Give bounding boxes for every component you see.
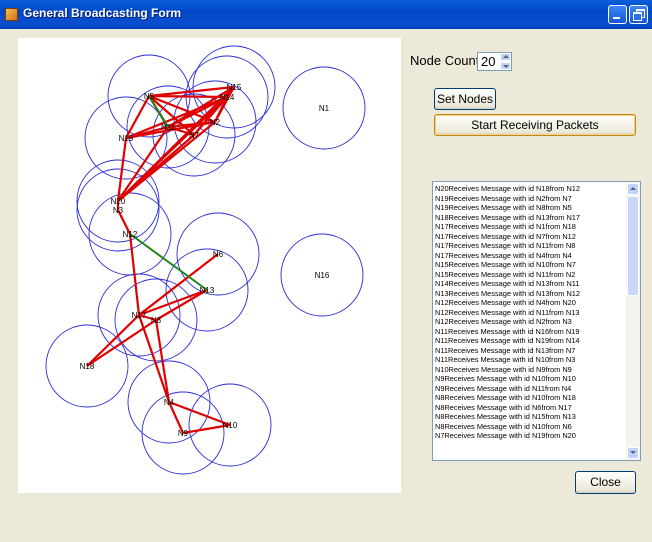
close-button[interactable]: Close	[575, 471, 636, 494]
log-entry[interactable]: N15Receives Message with id N10from N7	[435, 260, 625, 270]
log-entry[interactable]: N8Receives Message with id N15from N13	[435, 412, 625, 422]
log-entry[interactable]: N12Receives Message with id N2from N3	[435, 317, 625, 327]
log-entry[interactable]: N15Receives Message with id N11from N2	[435, 270, 625, 280]
node-label: N17	[132, 311, 147, 320]
scroll-up-icon[interactable]	[627, 183, 639, 195]
red-link	[86, 314, 140, 367]
message-log-listbox[interactable]: N20Receives Message with id N18from N12 N…	[432, 181, 641, 461]
node-label: N3	[113, 206, 124, 215]
red-link	[86, 319, 157, 367]
node-label: N6	[213, 250, 224, 259]
log-entry[interactable]: N8Receives Message with id N10from N6	[435, 422, 625, 432]
restore-button[interactable]	[629, 5, 648, 24]
node-label: N12	[123, 230, 138, 239]
log-entry[interactable]: N17Receives Message with id N1from N18	[435, 222, 625, 232]
log-entry[interactable]: N7Receives Message with id N19from N20	[435, 431, 625, 441]
node-label: N15	[227, 83, 242, 92]
log-entry[interactable]: N14Receives Message with id N13from N11	[435, 279, 625, 289]
node-label: N20	[111, 197, 126, 206]
node-label: N13	[200, 286, 215, 295]
log-entry[interactable]: N10Receives Message with id N9from N9	[435, 365, 625, 375]
log-entry[interactable]: N8Receives Message with id N10from N18	[435, 393, 625, 403]
log-entry[interactable]: N12Receives Message with id N4from N20	[435, 298, 625, 308]
node-label: N9	[178, 429, 189, 438]
node-label: N8	[151, 316, 162, 325]
network-canvas: N1 N2 N3 N4 N5 N6 N7 N8 N9 N10 N11 N12 N13 N14 N15 N16 N…	[18, 38, 401, 493]
node-label: N16	[315, 271, 330, 280]
node-label: N5	[144, 92, 155, 101]
log-entry[interactable]: N11Receives Message with id N19from N14	[435, 336, 625, 346]
scroll-thumb[interactable]	[627, 196, 639, 296]
node-label: N11	[161, 123, 176, 132]
log-entry[interactable]: N12Receives Message with id N11from N13	[435, 308, 625, 318]
node-label: N19	[119, 134, 134, 143]
network-graph: N1 N2 N3 N4 N5 N6 N7 N8 N9 N10 N11 N12 N13 N14N15 N16 N…	[45, 45, 366, 475]
node-count-label: Node Count:	[410, 53, 483, 68]
log-entry[interactable]: N11Receives Message with id N10from N3	[435, 355, 625, 365]
minimize-button[interactable]	[608, 5, 627, 24]
spin-down-icon[interactable]	[500, 62, 511, 70]
node-label: N4	[164, 398, 175, 407]
window-title: General Broadcasting Form	[23, 6, 182, 20]
log-entry[interactable]: N17Receives Message with id N7from N12	[435, 232, 625, 242]
start-receiving-button[interactable]: Start Receiving Packets	[434, 114, 636, 136]
log-entry[interactable]: N17Receives Message with id N4from N4	[435, 251, 625, 261]
red-link	[148, 94, 228, 99]
log-entry[interactable]: N18Receives Message with id N13from N17	[435, 213, 625, 223]
log-entry[interactable]: N19Receives Message with id N8from N5	[435, 203, 625, 213]
log-entry[interactable]: N17Receives Message with id N11from N8	[435, 241, 625, 251]
message-log: N20Receives Message with id N18from N12 N…	[435, 184, 625, 441]
log-entry[interactable]: N11Receives Message with id N13from N7	[435, 346, 625, 356]
red-link	[125, 95, 150, 139]
log-entry[interactable]: N20Receives Message with id N18from N12	[435, 184, 625, 194]
log-entry[interactable]: N8Receives Message with id N6from N17	[435, 403, 625, 413]
node-label: N7	[189, 131, 200, 140]
log-entry[interactable]: N13Receives Message with id N13from N12	[435, 289, 625, 299]
node-label: N14	[220, 93, 235, 102]
log-entry[interactable]: N9Receives Message with id N10from N10	[435, 374, 625, 384]
set-nodes-button[interactable]: Set Nodes	[434, 88, 496, 110]
red-link	[117, 86, 235, 202]
node-label: N10	[223, 421, 238, 430]
log-entry[interactable]: N19Receives Message with id N2from N7	[435, 194, 625, 204]
node-count-spinner[interactable]: 20	[477, 52, 512, 71]
node-label: N1	[319, 104, 330, 113]
app-icon	[5, 8, 18, 21]
log-entry[interactable]: N11Receives Message with id N16from N19	[435, 327, 625, 337]
title-bar[interactable]: General Broadcasting Form	[0, 0, 652, 29]
scroll-down-icon[interactable]	[627, 447, 639, 459]
node-label: N2	[210, 118, 221, 127]
log-scrollbar[interactable]	[626, 182, 640, 460]
node-label: N18	[80, 362, 95, 371]
log-entry[interactable]: N9Receives Message with id N11from N4	[435, 384, 625, 394]
node-count-value[interactable]: 20	[481, 54, 495, 69]
spin-up-icon[interactable]	[500, 53, 511, 61]
